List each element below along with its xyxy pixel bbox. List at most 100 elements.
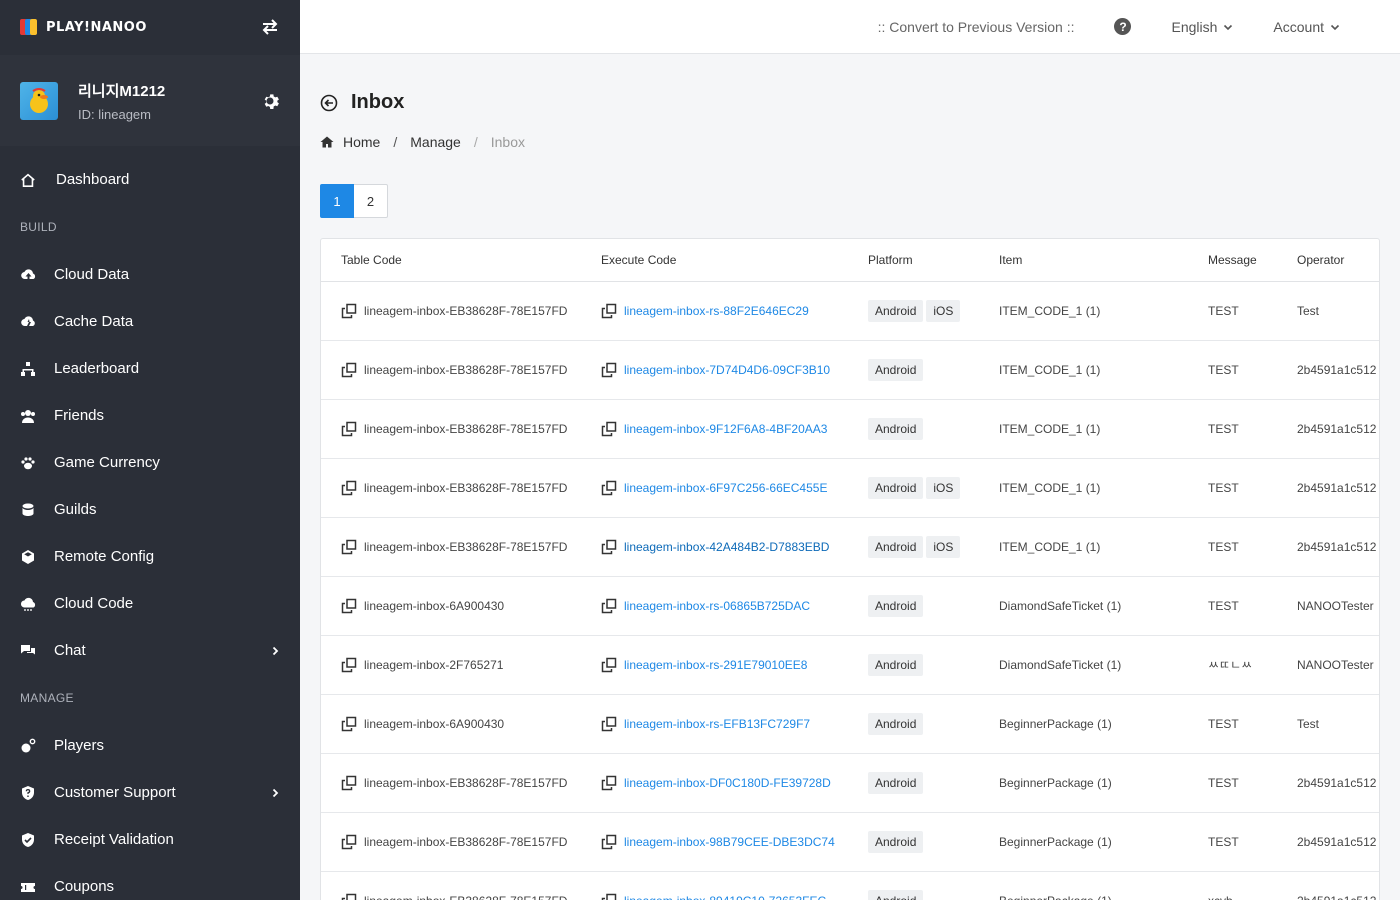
copy-icon[interactable] bbox=[341, 303, 357, 319]
table-code: lineagem-inbox-EB38628F-78E157FD bbox=[364, 894, 567, 900]
project-panel: 리니지M1212 ID: lineagem bbox=[0, 54, 300, 146]
copy-icon[interactable] bbox=[601, 893, 617, 900]
copy-icon[interactable] bbox=[601, 480, 617, 496]
execute-code-link[interactable]: lineagem-inbox-DF0C180D-FE39728D bbox=[624, 776, 831, 790]
sidebar-item-players[interactable]: Players bbox=[0, 722, 300, 769]
sidebar-item-friends[interactable]: Friends bbox=[0, 392, 300, 439]
table-code: lineagem-inbox-EB38628F-78E157FD bbox=[364, 421, 568, 436]
execute-code-link[interactable]: lineagem-inbox-rs-88F2E646EC29 bbox=[624, 304, 809, 318]
swap-project-icon[interactable] bbox=[260, 17, 280, 37]
sidebar-item-remote-config[interactable]: Remote Config bbox=[0, 533, 300, 580]
table-code: lineagem-inbox-EB38628F-78E157FD bbox=[364, 539, 568, 554]
copy-icon[interactable] bbox=[341, 421, 357, 437]
brand-logo[interactable]: PLAY!NANOO bbox=[20, 19, 147, 35]
breadcrumb-separator: / bbox=[473, 134, 478, 150]
copy-icon[interactable] bbox=[601, 421, 617, 437]
sidebar-item-leaderboard[interactable]: Leaderboard bbox=[0, 345, 300, 392]
breadcrumb-home[interactable]: Home bbox=[343, 134, 380, 150]
convert-version-link[interactable]: :: Convert to Previous Version :: bbox=[878, 19, 1075, 35]
copy-icon[interactable] bbox=[601, 716, 617, 732]
language-label: English bbox=[1171, 18, 1218, 35]
platform-cell: Android bbox=[868, 812, 999, 872]
column-header[interactable]: Item bbox=[999, 239, 1208, 282]
copy-icon[interactable] bbox=[601, 539, 617, 555]
copy-icon[interactable] bbox=[601, 834, 617, 850]
sidebar-item-cache-data[interactable]: Cache Data bbox=[0, 298, 300, 345]
platform-cell: Android iOS bbox=[868, 458, 999, 518]
execute-code-cell: lineagem-inbox-42A484B2-D7883EBD bbox=[601, 517, 868, 577]
execute-code-link[interactable]: lineagem-inbox-89419C10-72653FEC bbox=[624, 894, 826, 900]
sidebar-item-coupons[interactable]: Coupons bbox=[0, 863, 300, 900]
execute-code-link[interactable]: lineagem-inbox-6F97C256-66EC455E bbox=[624, 481, 827, 495]
column-header[interactable]: Table Code bbox=[321, 239, 601, 282]
breadcrumb-current: Inbox bbox=[490, 134, 525, 150]
sidebar-item-label: Leaderboard bbox=[54, 360, 140, 377]
copy-icon[interactable] bbox=[601, 598, 617, 614]
account-dropdown[interactable]: Account bbox=[1273, 19, 1340, 35]
sidebar-item-receipt-validation[interactable]: Receipt Validation bbox=[0, 816, 300, 863]
column-header[interactable]: Operator bbox=[1297, 239, 1379, 282]
execute-code-link[interactable]: lineagem-inbox-rs-06865B725DAC bbox=[624, 599, 810, 613]
platform-cell: Android bbox=[868, 576, 999, 636]
copy-icon[interactable] bbox=[341, 539, 357, 555]
copy-icon[interactable] bbox=[341, 598, 357, 614]
sidebar-item-label: Players bbox=[54, 737, 105, 754]
execute-code-link[interactable]: lineagem-inbox-rs-291E79010EE8 bbox=[624, 658, 807, 672]
sidebar-item-label: Dashboard bbox=[56, 171, 130, 188]
page-button-1[interactable]: 1 bbox=[320, 184, 354, 218]
sidebar-item-game-currency[interactable]: Game Currency bbox=[0, 439, 300, 486]
execute-code-cell: lineagem-inbox-rs-291E79010EE8 bbox=[601, 635, 868, 695]
copy-icon[interactable] bbox=[341, 362, 357, 378]
sidebar-item-cloud-code[interactable]: Cloud Code bbox=[0, 580, 300, 627]
home-icon bbox=[20, 172, 36, 188]
help-icon[interactable]: ? bbox=[1114, 18, 1132, 35]
copy-icon[interactable] bbox=[341, 893, 357, 900]
copy-icon[interactable] bbox=[601, 362, 617, 378]
copy-icon[interactable] bbox=[341, 775, 357, 791]
sidebar-item-dashboard[interactable]: Dashboard bbox=[0, 156, 300, 203]
item-cell: ITEM_CODE_1 (1) bbox=[999, 340, 1208, 400]
gear-icon[interactable] bbox=[260, 91, 280, 111]
column-header[interactable]: Message bbox=[1208, 239, 1297, 282]
sidebar: PLAY!NANOO 리니지M1212 ID: lineagem Dashboa… bbox=[0, 0, 300, 900]
sidebar-item-cloud-data[interactable]: Cloud Data bbox=[0, 251, 300, 298]
table-row: lineagem-inbox-EB38628F-78E157FD lineagem… bbox=[321, 340, 1379, 400]
copy-icon[interactable] bbox=[341, 657, 357, 673]
copy-icon[interactable] bbox=[601, 657, 617, 673]
execute-code-link[interactable]: lineagem-inbox-42A484B2-D7883EBD bbox=[624, 540, 829, 554]
copy-icon[interactable] bbox=[601, 775, 617, 791]
table-code-cell: lineagem-inbox-EB38628F-78E157FD bbox=[321, 340, 601, 400]
table-code: lineagem-inbox-EB38628F-78E157FD bbox=[364, 775, 568, 790]
execute-code-link[interactable]: lineagem-inbox-rs-EFB13FC729F7 bbox=[624, 717, 810, 731]
copy-icon[interactable] bbox=[341, 716, 357, 732]
project-id: ID: lineagem bbox=[78, 106, 151, 122]
topbar: :: Convert to Previous Version :: ? Engl… bbox=[300, 0, 1400, 54]
breadcrumb-manage[interactable]: Manage bbox=[410, 134, 461, 150]
sidebar-item-guilds[interactable]: Guilds bbox=[0, 486, 300, 533]
copy-icon[interactable] bbox=[341, 834, 357, 850]
breadcrumb: Home / Manage / Inbox bbox=[320, 134, 1380, 150]
cloud-bolt-icon bbox=[20, 314, 36, 330]
platform-badge: Android bbox=[868, 594, 924, 617]
page-button-2[interactable]: 2 bbox=[354, 184, 388, 218]
execute-code-link[interactable]: lineagem-inbox-98B79CEE-DBE3DC74 bbox=[624, 835, 835, 849]
table-row: lineagem-inbox-EB38628F-78E157FD lineagem… bbox=[321, 399, 1379, 459]
copy-icon[interactable] bbox=[341, 480, 357, 496]
back-arrow-icon[interactable] bbox=[320, 94, 338, 112]
operator-cell: 2b4591a1c512 bbox=[1297, 871, 1379, 900]
page-title: Inbox bbox=[351, 91, 405, 113]
execute-code-link[interactable]: lineagem-inbox-7D74D4D6-09CF3B10 bbox=[624, 363, 830, 377]
copy-icon[interactable] bbox=[601, 303, 617, 319]
platform-badge: Android bbox=[868, 299, 924, 322]
execute-code-link[interactable]: lineagem-inbox-9F12F6A8-4BF20AA3 bbox=[624, 422, 827, 436]
column-header[interactable]: Platform bbox=[868, 239, 999, 282]
sidebar-item-customer-support[interactable]: Customer Support bbox=[0, 769, 300, 816]
operator-cell: 2b4591a1c512 bbox=[1297, 458, 1379, 518]
language-dropdown[interactable]: English bbox=[1171, 19, 1233, 35]
column-header[interactable]: Execute Code bbox=[601, 239, 868, 282]
operator-cell: Test bbox=[1297, 694, 1379, 754]
sidebar-item-chat[interactable]: Chat bbox=[0, 627, 300, 674]
platform-badge: Android bbox=[868, 653, 924, 676]
title-row: Inbox bbox=[320, 91, 1380, 114]
sitemap-icon bbox=[20, 361, 36, 377]
